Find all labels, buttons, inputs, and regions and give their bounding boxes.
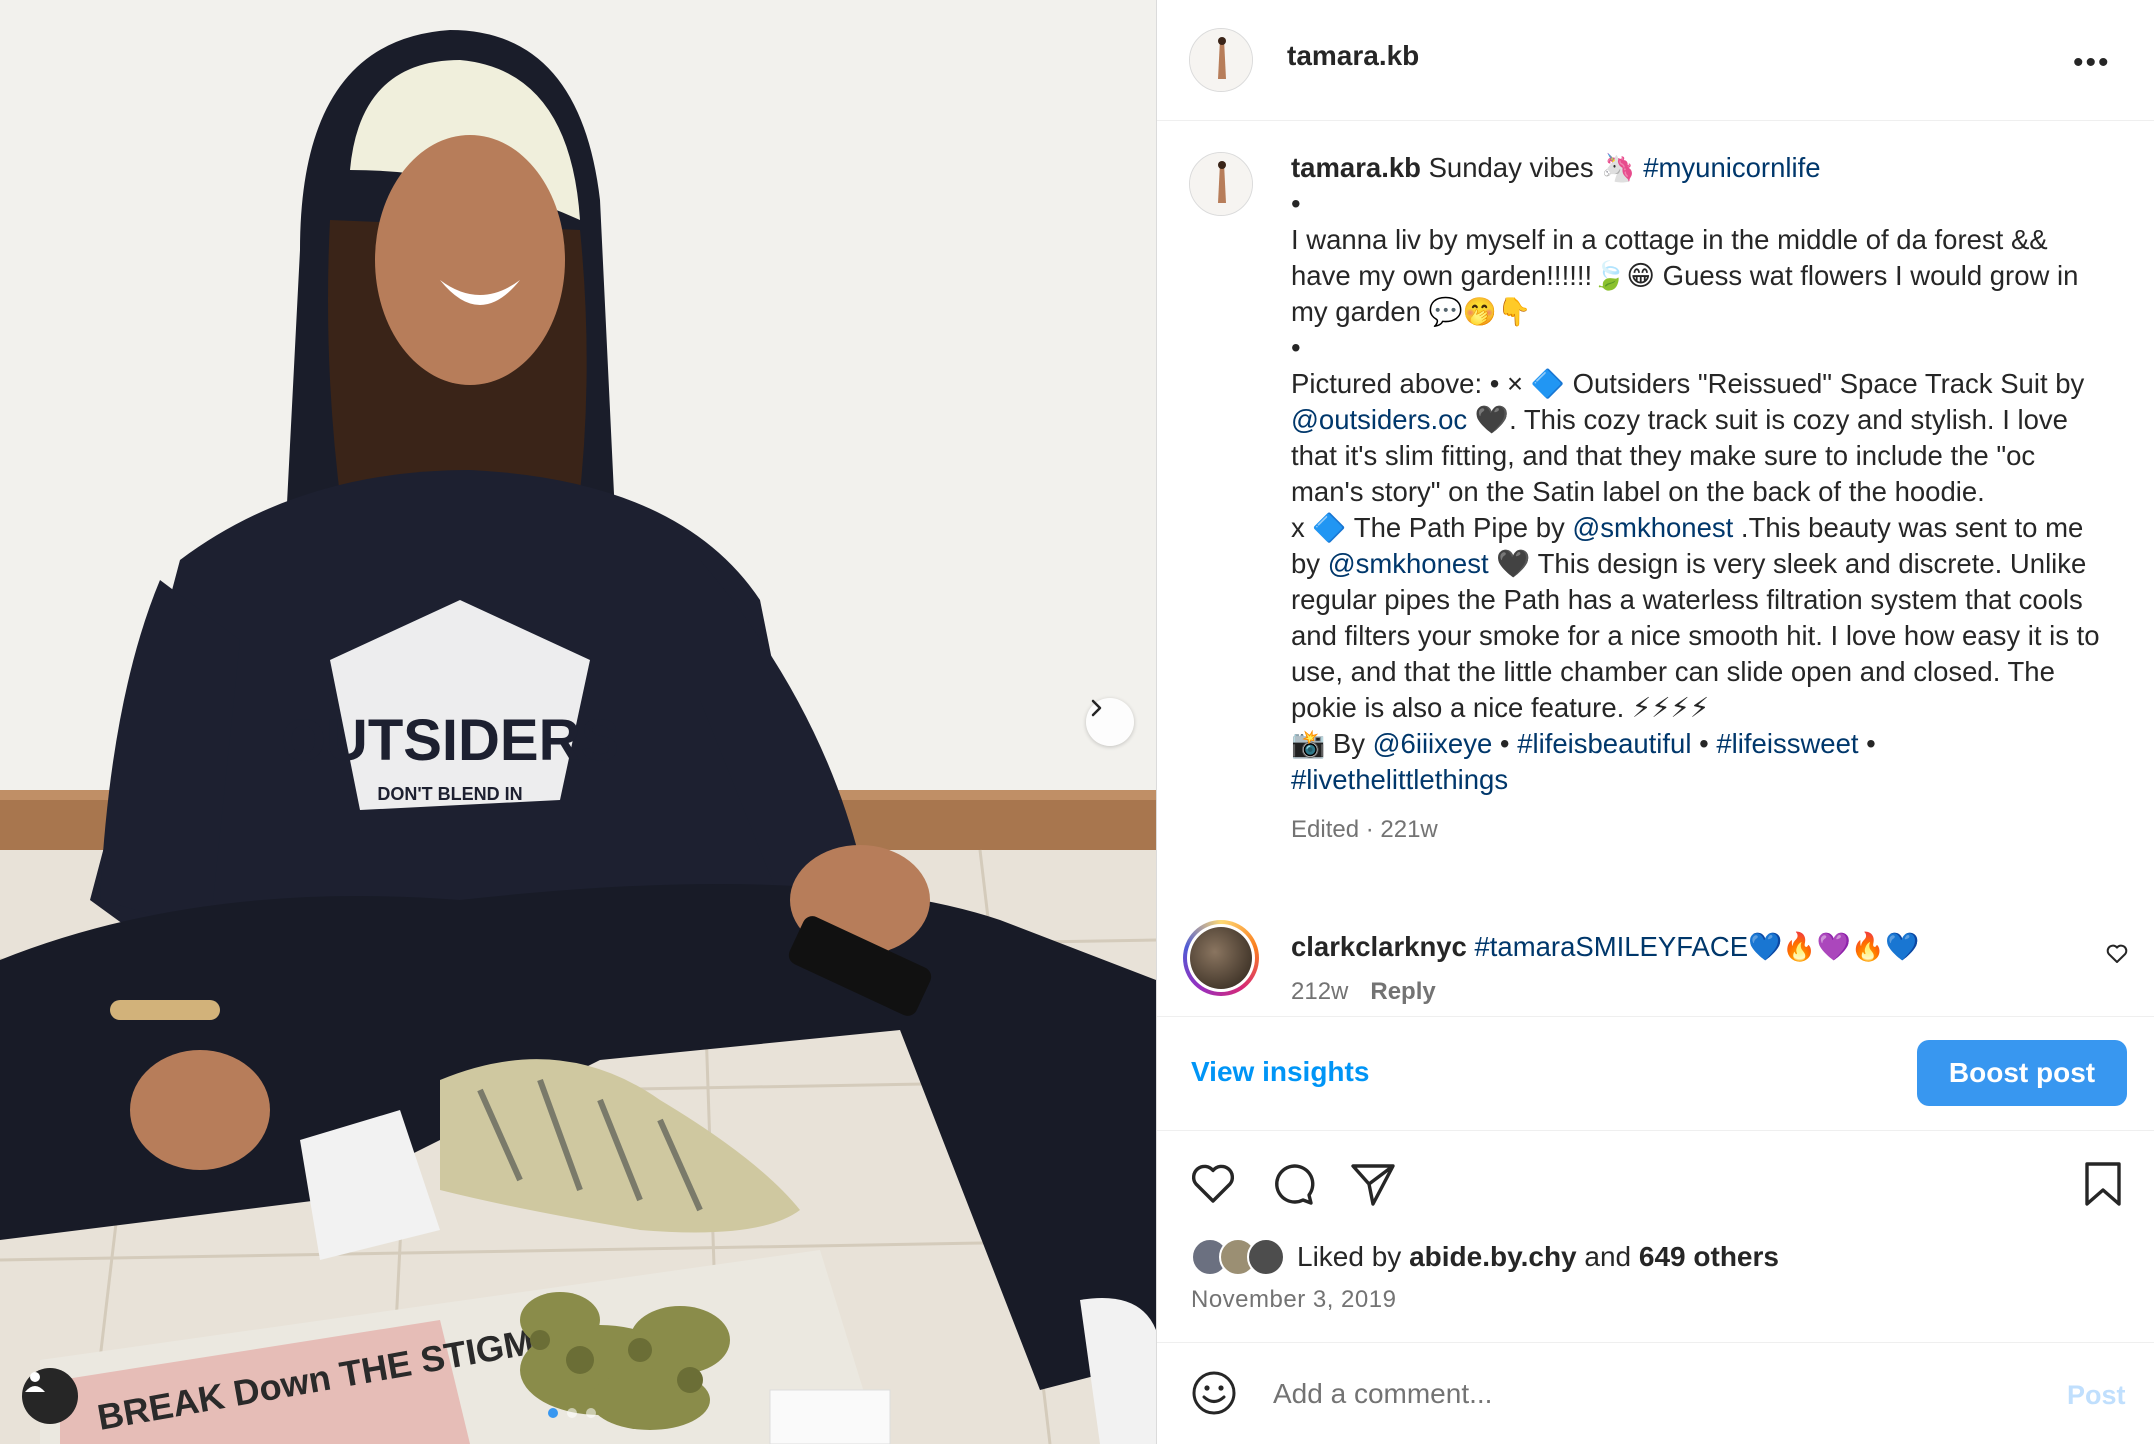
- carousel-indicator: [548, 1408, 596, 1418]
- liker-avatar[interactable]: [1247, 1238, 1285, 1276]
- post-photo[interactable]: OUTSIDERS DON'T BLEND IN BREAK Down THE …: [0, 0, 1156, 1444]
- hashtag-link[interactable]: #lifeissweet: [1716, 728, 1858, 759]
- boost-post-button[interactable]: Boost post: [1917, 1040, 2127, 1106]
- divider: [1157, 120, 2154, 121]
- comment-author[interactable]: clarkclarknyc: [1291, 931, 1467, 962]
- comment-item: clarkclarknyc #tamaraSMILEYFACE💙🔥💜🔥💙 212…: [1157, 920, 2154, 1016]
- carousel-dot: [567, 1408, 577, 1418]
- post-comment-button[interactable]: Post: [2067, 1380, 2126, 1411]
- comment-text: clarkclarknyc #tamaraSMILEYFACE💙🔥💜🔥💙: [1291, 930, 1919, 963]
- post-panel: tamara.kb ••• tamara.kb Sunday vibes 🦄 #…: [1156, 0, 2154, 1444]
- likes-others-link[interactable]: 649 others: [1639, 1241, 1779, 1272]
- comment-emojis: 💙🔥💜🔥💙: [1748, 931, 1920, 962]
- carousel-next-button[interactable]: [1086, 698, 1134, 746]
- more-icon[interactable]: •••: [2073, 46, 2111, 80]
- caption-author[interactable]: tamara.kb: [1291, 152, 1421, 183]
- caption-bullet: •: [1291, 332, 1301, 363]
- divider: [1157, 1130, 2154, 1131]
- caption-text: 📸 By: [1291, 728, 1373, 759]
- avatar-image: [1190, 927, 1252, 989]
- likes-prefix: Liked by: [1297, 1241, 1410, 1272]
- emoji-icon[interactable]: [1191, 1370, 1237, 1416]
- caption-meta: Edited · 221w: [1291, 816, 1438, 843]
- post-caption: tamara.kb Sunday vibes 🦄 #myunicornlife …: [1291, 150, 2111, 848]
- likes-middle: and: [1576, 1241, 1639, 1272]
- comment-avatar-ring[interactable]: [1183, 920, 1259, 996]
- liker-username[interactable]: abide.by.chy: [1409, 1241, 1577, 1272]
- heart-icon[interactable]: [1189, 1160, 1237, 1208]
- share-icon[interactable]: [1349, 1160, 1397, 1208]
- mention-link[interactable]: @smkhonest: [1572, 512, 1733, 543]
- reply-button[interactable]: Reply: [1370, 978, 1435, 1005]
- mention-link[interactable]: @6iiixeye: [1373, 728, 1493, 759]
- hashtag-link[interactable]: #myunicornlife: [1643, 152, 1820, 183]
- mention-link[interactable]: @outsiders.oc: [1291, 404, 1467, 435]
- mention-link[interactable]: @smkhonest: [1328, 548, 1489, 579]
- caption-text: •: [1691, 728, 1717, 759]
- hashtag-link[interactable]: #lifeisbeautiful: [1517, 728, 1691, 759]
- insights-bar: View insights Boost post: [1157, 1016, 2154, 1132]
- caption-text: Pictured above: • × 🔷 Outsiders "Reissue…: [1291, 368, 2085, 399]
- avatar-image: [1190, 29, 1252, 91]
- hashtag-link[interactable]: #tamaraSMILEYFACE: [1474, 931, 1748, 962]
- caption-line1: Sunday vibes 🦄: [1420, 152, 1644, 183]
- post-date[interactable]: November 3, 2019: [1191, 1286, 1396, 1314]
- post-header: tamara.kb •••: [1157, 0, 2154, 120]
- carousel-dot: [586, 1408, 596, 1418]
- caption-bullet: •: [1291, 188, 1301, 219]
- chevron-right-icon: [1091, 699, 1102, 717]
- comment-like-heart-icon[interactable]: [2105, 942, 2129, 966]
- likes-text: Liked by abide.by.chy and 649 others: [1297, 1241, 1779, 1273]
- caption-text: x 🔷 The Path Pipe by: [1291, 512, 1573, 543]
- bookmark-icon[interactable]: [2083, 1160, 2123, 1208]
- comment-icon[interactable]: [1269, 1160, 1317, 1208]
- hashtag-link[interactable]: #livethelittlethings: [1291, 764, 1508, 795]
- tagged-users-button[interactable]: [22, 1368, 78, 1424]
- view-insights-link[interactable]: View insights: [1191, 1056, 1369, 1088]
- caption-paragraph: I wanna liv by myself in a cottage in th…: [1291, 224, 2079, 327]
- author-avatar[interactable]: [1189, 28, 1253, 92]
- photo-illustration: OUTSIDERS DON'T BLEND IN BREAK Down THE …: [0, 0, 1156, 1444]
- carousel-dot: [548, 1408, 558, 1418]
- user-tag-icon: [25, 1372, 45, 1392]
- post-actions: [1157, 1132, 2154, 1232]
- add-comment-bar: Post: [1157, 1342, 2154, 1444]
- comment-input[interactable]: [1271, 1368, 1995, 1420]
- comment-avatar: [1187, 924, 1255, 992]
- author-username[interactable]: tamara.kb: [1287, 40, 1419, 72]
- caption-text: •: [1858, 728, 1876, 759]
- caption-text: •: [1492, 728, 1518, 759]
- shirt-text: OUTSIDERS: [281, 708, 619, 773]
- comment-meta: 212w Reply: [1291, 978, 1436, 1006]
- shirt-subtext: DON'T BLEND IN: [377, 784, 522, 804]
- comment-age: 212w: [1291, 978, 1349, 1005]
- avatar-image: [1190, 153, 1252, 215]
- likes-summary: Liked by abide.by.chy and 649 others: [1191, 1238, 1779, 1276]
- caption-avatar[interactable]: [1189, 152, 1253, 216]
